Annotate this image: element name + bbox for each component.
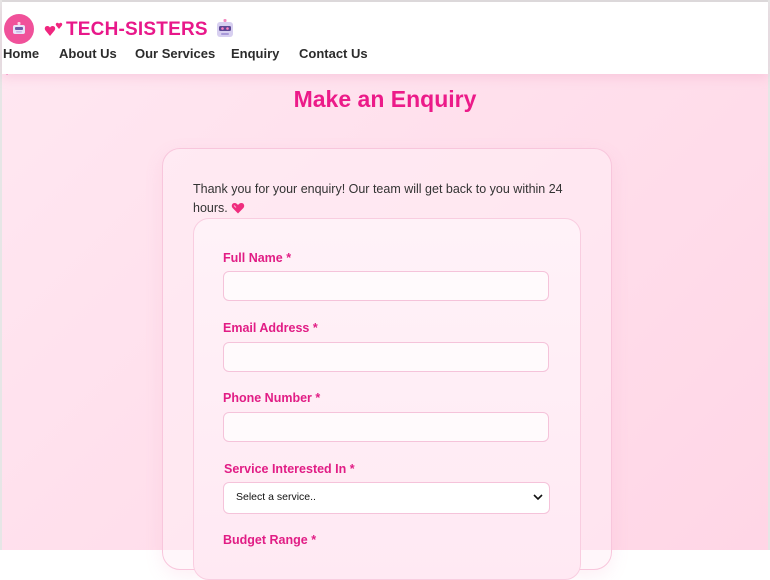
email-label: Email Address * bbox=[223, 321, 318, 335]
robot-icon bbox=[217, 19, 233, 37]
phone-label: Phone Number * bbox=[223, 391, 321, 405]
thanks-message-text: Thank you for your enquiry! Our team wil… bbox=[193, 182, 563, 215]
logo-robot-icon[interactable] bbox=[4, 14, 34, 44]
phone-input[interactable] bbox=[223, 412, 549, 442]
site-header: TECH-SISTERS Home About Us Our Services … bbox=[2, 2, 768, 74]
service-select-value: Select a service.. bbox=[236, 491, 316, 503]
heart-icon bbox=[231, 203, 244, 214]
nav-about-us[interactable]: About Us bbox=[59, 46, 117, 61]
thanks-message: Thank you for your enquiry! Our team wil… bbox=[193, 180, 563, 218]
service-label: Service Interested In * bbox=[224, 462, 355, 476]
budget-label: Budget Range * bbox=[223, 533, 317, 547]
robot-face-icon bbox=[13, 22, 25, 34]
two-hearts-icon bbox=[44, 22, 63, 36]
nav-our-services[interactable]: Our Services bbox=[135, 46, 215, 61]
service-select[interactable]: Select a service.. bbox=[223, 482, 550, 514]
full-name-label: Full Name * bbox=[223, 251, 292, 265]
page-title: Make an Enquiry bbox=[293, 86, 477, 112]
nav-home[interactable]: Home bbox=[3, 46, 39, 61]
brand-name[interactable]: TECH-SISTERS bbox=[66, 19, 208, 41]
chevron-down-icon bbox=[533, 494, 543, 501]
email-input[interactable] bbox=[223, 342, 549, 372]
nav-enquiry[interactable]: Enquiry bbox=[231, 46, 279, 61]
full-name-input[interactable] bbox=[223, 271, 549, 301]
nav-contact-us[interactable]: Contact Us bbox=[299, 46, 368, 61]
